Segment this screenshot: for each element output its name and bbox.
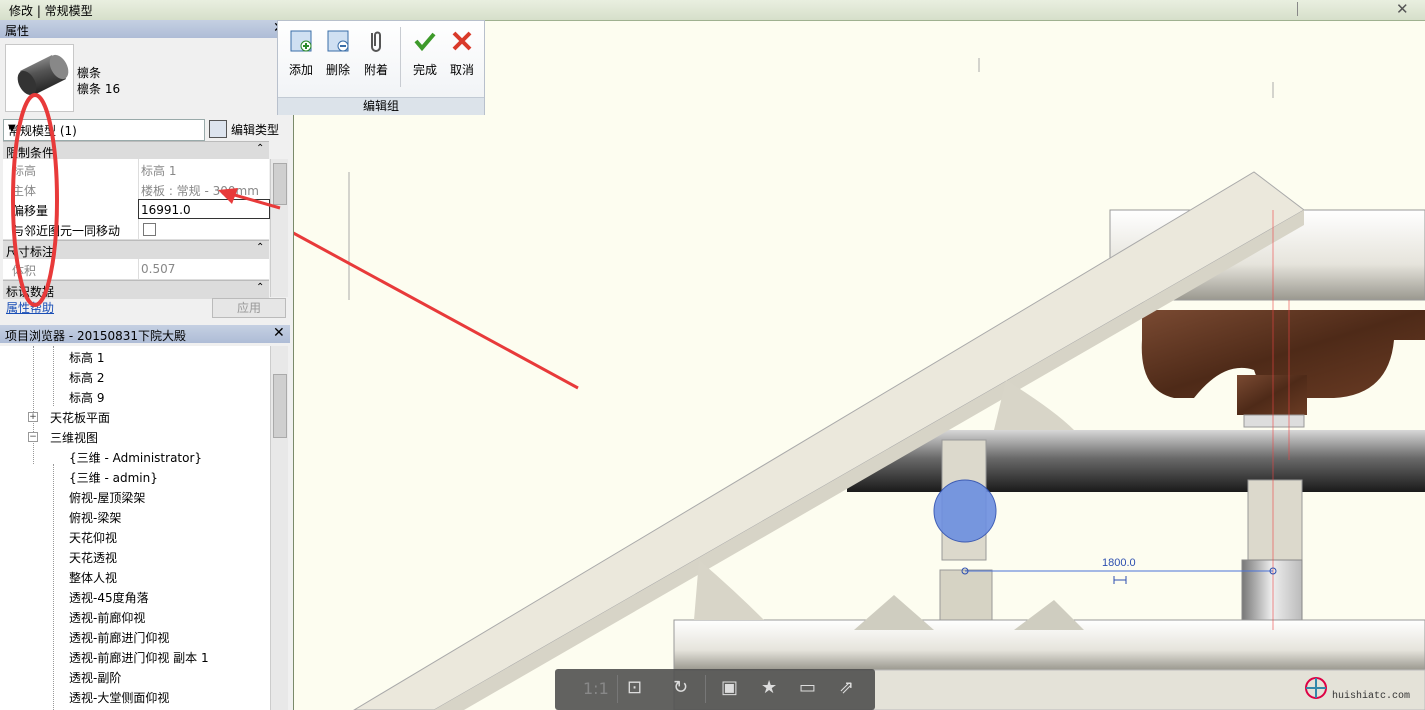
annotation-arrow-tip: [218, 188, 281, 210]
rafter-support: [994, 380, 1074, 430]
tree-item[interactable]: 标高 1: [69, 349, 104, 366]
tree-item[interactable]: 天花透视: [69, 549, 117, 566]
tree-item[interactable]: 俯视-屋顶梁架: [69, 489, 145, 506]
collapse-icon[interactable]: −: [28, 432, 38, 442]
favorite-icon[interactable]: ★: [761, 677, 777, 698]
tree-item[interactable]: 透视-45度角落: [69, 589, 149, 606]
lower-bracket: [1014, 600, 1084, 630]
add-icon: [290, 30, 312, 52]
cancel-icon: [452, 31, 472, 51]
lower-bracket: [854, 595, 934, 630]
tree-item[interactable]: {三维 - Administrator}: [69, 449, 202, 466]
edit-group-ribbon: 添加 删除 附着 完成 取消 编辑组: [277, 20, 485, 115]
title-bar: 修改 | 常规模型 ✕: [0, 0, 1425, 21]
add-button[interactable]: 添加: [284, 23, 318, 83]
project-browser-tree: 标高 1 标高 2 标高 9 + 天花板平面 − 三维视图 {三维 - Admi…: [0, 346, 270, 710]
delete-button[interactable]: 删除: [321, 23, 355, 83]
ribbon-group-label: 编辑组: [278, 97, 484, 115]
edit-type-button[interactable]: 编辑类型: [209, 118, 287, 140]
properties-header: 属性 ✕: [0, 20, 290, 38]
tree-item[interactable]: 三维视图: [50, 429, 98, 446]
tree-item[interactable]: 透视-前廊仰视: [69, 609, 145, 626]
finish-button[interactable]: 完成: [408, 23, 442, 83]
title-separator: [1297, 2, 1298, 16]
tree-item[interactable]: 整体人视: [69, 569, 117, 586]
annotation-ellipse: [11, 93, 59, 307]
tree-item[interactable]: 标高 2: [69, 369, 104, 386]
move-with-nearby-checkbox[interactable]: [143, 223, 156, 236]
collapse-icon: ⌃: [256, 143, 265, 154]
collapse-icon: ⌃: [256, 242, 265, 253]
tree-item[interactable]: 标高 9: [69, 389, 104, 406]
tree-item[interactable]: 透视-副阶: [69, 669, 121, 686]
rotate-icon[interactable]: ↻: [673, 677, 688, 698]
watermark-logo: [1305, 677, 1327, 699]
tree-connector: [53, 464, 54, 710]
rafter-support: [694, 560, 764, 620]
tree-item[interactable]: 俯视-梁架: [69, 509, 121, 526]
tree-item[interactable]: 透视-前廊进门仰视: [69, 629, 169, 646]
ribbon-separator: [400, 27, 401, 87]
check-icon: [414, 32, 436, 52]
tree-connector: [33, 346, 34, 464]
browser-title: 项目浏览器 - 20150831下院大殿: [5, 329, 187, 343]
post-right: [1247, 479, 1303, 563]
save-view-icon[interactable]: ▣: [721, 677, 738, 698]
property-value: 0.507: [141, 262, 176, 276]
navbar-separator: [617, 675, 618, 703]
watermark-text: huishiatc.com: [1332, 691, 1411, 702]
delete-label: 删除: [325, 63, 350, 77]
tree-item[interactable]: 透视-前廊进门仰视 副本 1: [69, 649, 209, 666]
attach-button[interactable]: 附着: [359, 23, 393, 83]
finish-label: 完成: [412, 63, 437, 77]
purlin-dark: [847, 430, 1425, 492]
selected-element[interactable]: [933, 479, 997, 543]
screen-icon[interactable]: ▭: [799, 677, 816, 698]
tree-item[interactable]: {三维 - admin}: [69, 469, 158, 486]
browser-scrollbar[interactable]: [270, 346, 288, 710]
browser-close-icon[interactable]: ✕: [273, 325, 285, 341]
property-value: 标高 1: [141, 164, 177, 178]
expand-icon[interactable]: +: [28, 412, 38, 422]
edit-type-label: 编辑类型: [231, 123, 280, 137]
tree-item[interactable]: 透视-大堂侧面仰视: [69, 689, 169, 706]
close-icon[interactable]: ✕: [1396, 0, 1409, 18]
browser-header: 项目浏览器 - 20150831下院大殿 ✕: [0, 325, 290, 343]
wood-block: [1237, 375, 1307, 415]
delete-icon: [327, 30, 349, 52]
zoom-fit-icon[interactable]: ⊡: [627, 677, 642, 698]
annotation-arrow: [294, 231, 579, 390]
column-right: [1241, 559, 1303, 626]
scrollbar-thumb[interactable]: [273, 374, 287, 438]
dimension-value[interactable]: 1800.0: [1102, 557, 1136, 569]
property-value: 16991.0: [141, 203, 191, 217]
share-icon[interactable]: ⇗: [839, 677, 854, 698]
attach-icon: [371, 31, 381, 52]
apply-button[interactable]: 应用: [212, 298, 286, 318]
window-title: 修改 | 常规模型: [9, 4, 93, 18]
edit-type-icon: [209, 120, 227, 138]
block-base: [1243, 414, 1305, 428]
cancel-button[interactable]: 取消: [445, 23, 479, 83]
watermark: huishiatc.com: [1302, 670, 1422, 706]
tree-connector: [53, 346, 54, 406]
view-control-bar: 1:1 ⊡ ↻ ▣ ★ ▭ ⇗: [555, 669, 875, 710]
navbar-separator: [705, 675, 706, 703]
properties-title: 属性: [5, 24, 30, 38]
cancel-label: 取消: [449, 63, 474, 77]
attach-label: 附着: [363, 63, 388, 77]
type-sub-name: 檩条 16: [77, 82, 121, 96]
collapse-icon: ⌃: [256, 282, 265, 293]
tree-item[interactable]: 天花仰视: [69, 529, 117, 546]
type-name: 檩条: [77, 66, 102, 80]
scale-label[interactable]: 1:1: [583, 679, 609, 698]
3d-viewport[interactable]: 1800.0: [294, 20, 1425, 710]
tree-item[interactable]: 天花板平面: [50, 409, 110, 426]
dimension-lock-icon[interactable]: [1113, 576, 1127, 584]
add-label: 添加: [288, 63, 313, 77]
